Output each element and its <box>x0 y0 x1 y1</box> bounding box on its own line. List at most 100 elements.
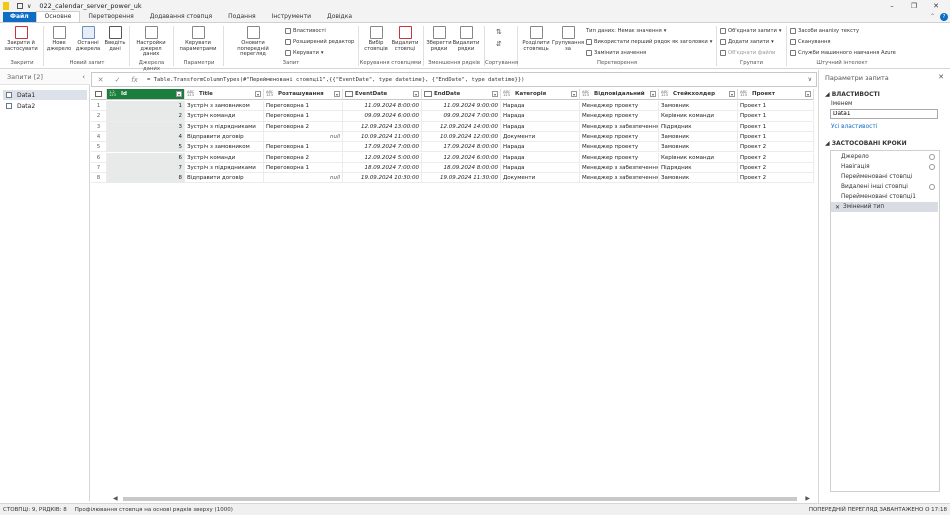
tab-file[interactable]: Файл <box>3 12 36 22</box>
cell-stakeholder[interactable]: Замовник <box>659 173 738 184</box>
tab-tools[interactable]: Інструменти <box>264 12 319 22</box>
calendar-icon[interactable] <box>345 91 353 97</box>
cell-id[interactable]: 6 <box>107 152 185 163</box>
cell-event-date[interactable]: 12.09.2024 13:00:00 <box>343 121 422 132</box>
new-source-button[interactable]: Нове джерело <box>46 26 72 52</box>
close-button[interactable]: ✕ <box>926 0 946 12</box>
column-type-icon[interactable]: 1.2 123 <box>109 90 119 98</box>
cell-location[interactable]: null <box>264 173 343 184</box>
column-header-responsible[interactable]: ABC 123 Відповідальний ▾ <box>580 89 659 100</box>
cell-event-date[interactable]: 09.09.2024 6:00:00 <box>343 111 422 122</box>
formula-input[interactable]: = Table.TransformColumnTypes(#"Переймено… <box>147 77 525 83</box>
column-header-project[interactable]: ABC 123 Проект ▾ <box>738 89 814 100</box>
cell-location[interactable]: Переговорна 2 <box>264 121 343 132</box>
properties-section-header[interactable]: ◢ ВЛАСТИВОСТІ <box>825 91 880 98</box>
sort-descending-icon[interactable]: ⇵ <box>496 40 502 48</box>
cell-stakeholder[interactable]: Замовник <box>659 142 738 153</box>
tab-transform[interactable]: Перетворення <box>80 12 141 22</box>
column-filter-icon[interactable]: ▾ <box>571 91 577 97</box>
applied-steps-header[interactable]: ◢ ЗАСТОСОВАНІ КРОКИ <box>825 140 907 147</box>
properties-button[interactable]: Властивості <box>285 28 326 34</box>
step-navigation[interactable]: Навігація <box>831 162 938 172</box>
name-input[interactable] <box>830 109 938 119</box>
cell-project[interactable]: Проект 2 <box>738 152 814 163</box>
expand-formula-icon[interactable]: ∨ <box>808 76 812 83</box>
delete-step-icon[interactable]: ✕ <box>835 204 840 211</box>
collapse-ribbon-icon[interactable]: ⌃ <box>930 13 935 20</box>
tab-help[interactable]: Довідка <box>319 12 360 22</box>
refresh-preview-button[interactable]: Оновити попередній перегляд <box>225 26 281 58</box>
column-header-end-date[interactable]: EndDate ▾ <box>422 89 501 100</box>
cell-responsible[interactable]: Менеджер проекту <box>580 131 659 142</box>
cell-location[interactable]: Переговорна 1 <box>264 162 343 173</box>
table-row[interactable]: 4 4 Відправити договір null 10.09.2024 11:00… <box>91 131 814 143</box>
cell-responsible[interactable]: Менеджер з забезпечення <box>580 121 659 132</box>
tab-add-column[interactable]: Додавання стовпця <box>142 12 220 22</box>
table-row[interactable]: 1 1 Зустріч з замовником Переговорна 1 11.09… <box>91 101 814 112</box>
row-number[interactable]: 2 <box>91 111 107 122</box>
column-filter-icon[interactable]: ▾ <box>413 91 419 97</box>
first-row-headers-button[interactable]: Використати перший рядок як заголовки ▾ <box>586 39 712 45</box>
column-header-id[interactable]: 1.2 123 Id ▾ <box>107 89 185 100</box>
column-header-location[interactable]: ABC 123 Розташування ▾ <box>264 89 343 100</box>
row-number[interactable]: 8 <box>91 173 107 184</box>
row-number[interactable]: 1 <box>91 101 107 111</box>
cell-end-date[interactable]: 12.09.2024 6:00:00 <box>422 152 501 163</box>
manage-parameters-button[interactable]: Керувати параметрами <box>176 26 220 52</box>
gear-icon[interactable] <box>929 184 935 190</box>
cell-stakeholder[interactable]: Замовник <box>659 131 738 142</box>
cell-location[interactable]: Переговорна 1 <box>264 111 343 122</box>
row-number[interactable]: 6 <box>91 152 107 163</box>
column-filter-icon[interactable]: ▾ <box>729 91 735 97</box>
gear-icon[interactable] <box>929 164 935 170</box>
cell-location[interactable]: Переговорна 1 <box>264 142 343 153</box>
calendar-icon[interactable] <box>424 91 432 97</box>
cell-category[interactable]: Документи <box>501 173 580 184</box>
table-row[interactable]: 5 5 Зустріч з замовником Переговорна 1 17.09… <box>91 142 814 153</box>
manage-button[interactable]: Керувати ▾ <box>285 50 323 56</box>
cell-category[interactable]: Нарада <box>501 101 580 111</box>
column-filter-icon[interactable]: ▾ <box>650 91 656 97</box>
column-type-icon[interactable]: ABC 123 <box>266 90 276 98</box>
column-type-icon[interactable]: ABC 123 <box>582 90 592 98</box>
cell-id[interactable]: 1 <box>107 101 185 111</box>
column-filter-icon[interactable]: ▾ <box>334 91 340 97</box>
cell-end-date[interactable]: 18.09.2024 8:00:00 <box>422 162 501 173</box>
maximize-button[interactable]: ❐ <box>904 0 924 12</box>
cell-stakeholder[interactable]: Підрядник <box>659 162 738 173</box>
column-type-icon[interactable]: ABC 123 <box>187 90 197 98</box>
undo-dropdown-icon[interactable]: ∨ <box>27 3 31 10</box>
choose-columns-button[interactable]: Вибір стовпців <box>362 26 390 52</box>
cell-category[interactable]: Нарада <box>501 162 580 173</box>
combine-files-button[interactable]: Об'єднати файли <box>720 50 775 56</box>
scroll-right-icon[interactable]: ▶ <box>805 495 810 502</box>
cell-end-date[interactable]: 10.09.2024 12:00:00 <box>422 131 501 142</box>
cell-project[interactable]: Проект 1 <box>738 111 814 122</box>
column-filter-icon[interactable]: ▾ <box>805 91 811 97</box>
cell-responsible[interactable]: Менеджер проекту <box>580 152 659 163</box>
recent-sources-button[interactable]: Останні джерела <box>74 26 102 52</box>
sort-ascending-icon[interactable]: ⇅ <box>496 28 502 36</box>
column-filter-icon[interactable]: ▾ <box>255 91 261 97</box>
split-column-button[interactable]: Розділити стовпець <box>520 26 552 52</box>
cell-category[interactable]: Нарада <box>501 111 580 122</box>
column-header-stakeholder[interactable]: ABC 123 Стейкхолдер ▾ <box>659 89 738 100</box>
cell-category[interactable]: Нарада <box>501 152 580 163</box>
cell-id[interactable]: 5 <box>107 142 185 153</box>
cell-project[interactable]: Проект 1 <box>738 121 814 132</box>
column-type-icon[interactable]: ABC 123 <box>661 90 671 98</box>
cell-end-date[interactable]: 11.09.2024 9:00:00 <box>422 101 501 111</box>
cell-event-date[interactable]: 18.09.2024 7:00:00 <box>343 162 422 173</box>
cell-category[interactable]: Нарада <box>501 121 580 132</box>
cell-stakeholder[interactable]: Керівник команди <box>659 152 738 163</box>
cell-title[interactable]: Зустріч команди <box>185 111 264 122</box>
tab-view[interactable]: Подання <box>220 12 263 22</box>
step-changed-type[interactable]: ✕ Змінений тип <box>831 202 938 212</box>
cell-project[interactable]: Проект 1 <box>738 131 814 142</box>
column-header-category[interactable]: ABC 123 Категорія ▾ <box>501 89 580 100</box>
minimize-button[interactable]: – <box>882 0 902 12</box>
column-type-icon[interactable]: ABC 123 <box>503 90 513 98</box>
cell-event-date[interactable]: 10.09.2024 11:00:00 <box>343 131 422 142</box>
enter-data-button[interactable]: Введіть дані <box>103 26 127 52</box>
cell-end-date[interactable]: 19.09.2024 11:30:00 <box>422 173 501 184</box>
